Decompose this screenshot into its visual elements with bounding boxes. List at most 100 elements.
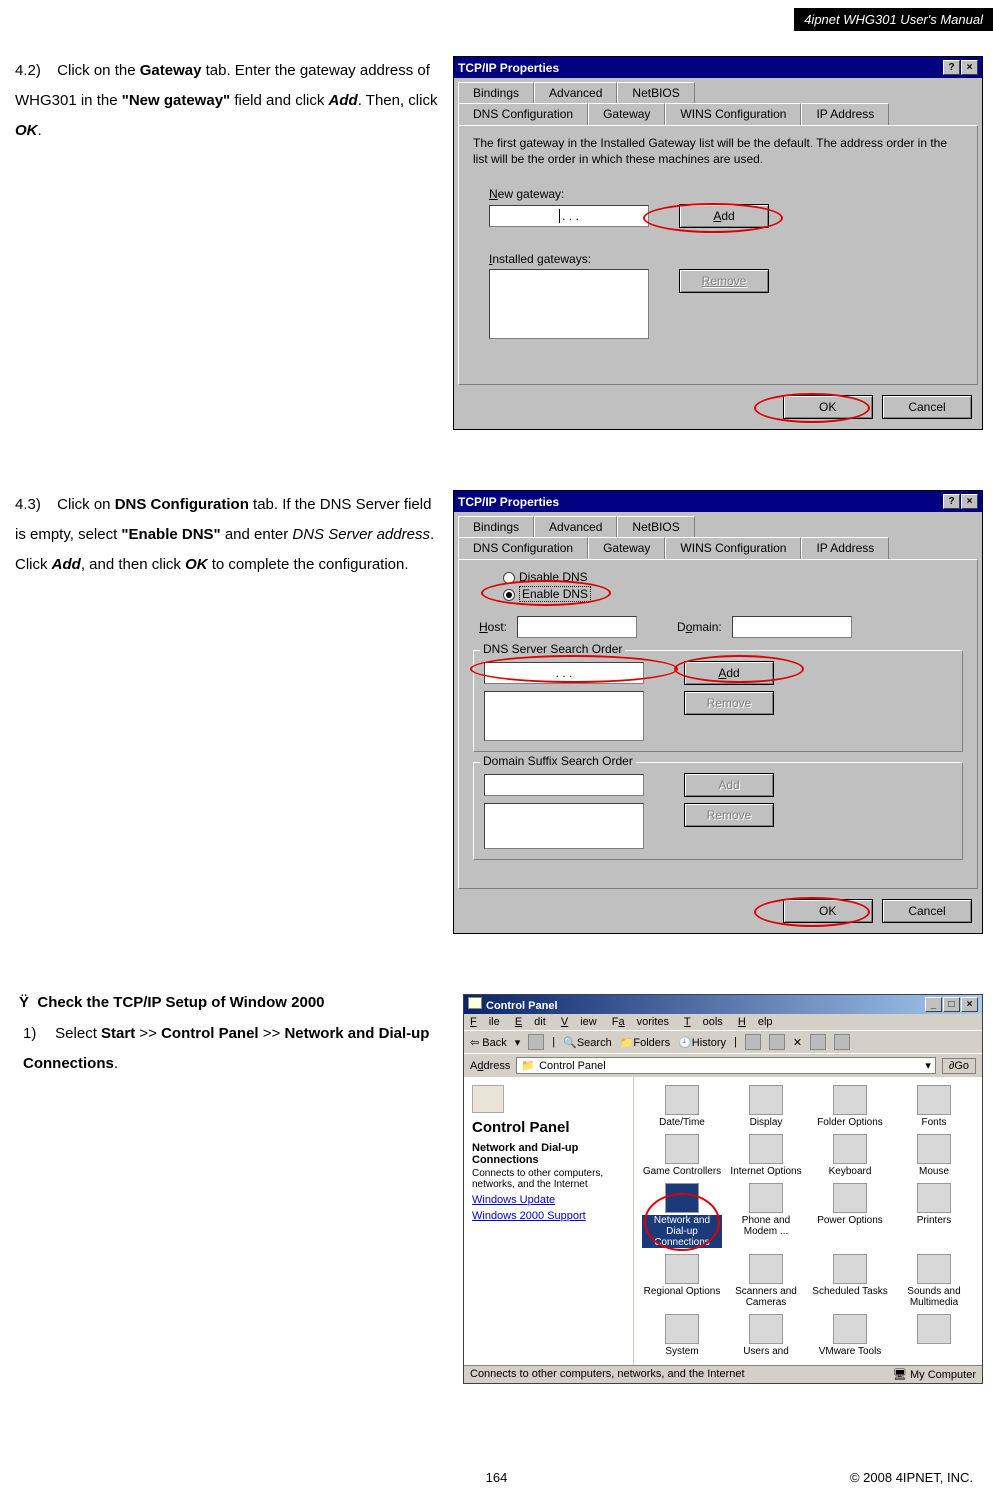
cp-item[interactable]: Sounds and Multimedia [894,1254,974,1308]
cp-item[interactable]: VMware Tools [810,1314,890,1357]
enable-dns-radio[interactable]: Enable DNS [503,586,963,602]
windows-2000-support-link[interactable]: Windows 2000 Support [472,1210,625,1222]
cp-item[interactable]: Date/Time [642,1085,722,1128]
cp-item[interactable]: Mouse [894,1134,974,1177]
tab-netbios[interactable]: NetBIOS [617,516,694,537]
menu-favorites[interactable]: Favorites [612,1016,669,1028]
tab-gateway[interactable]: Gateway [588,103,665,125]
add-button[interactable]: Add [679,204,769,228]
cp-item-label: Network and Dial-up Connections [642,1215,722,1248]
folders-button[interactable]: 📁Folders [620,1036,670,1049]
cp-item-label: Scheduled Tasks [810,1286,890,1297]
cp-item[interactable]: Phone and Modem ... [726,1183,806,1248]
tab-ip-address[interactable]: IP Address [801,103,889,125]
menu-view[interactable]: View [561,1016,597,1028]
maximize-icon[interactable]: □ [943,997,960,1012]
go-button[interactable]: ∂Go [942,1058,976,1074]
tab-advanced[interactable]: Advanced [534,82,617,103]
tab-netbios[interactable]: NetBIOS [617,82,694,103]
tool-icon[interactable] [745,1034,761,1050]
new-gateway-label: NNew gateway:ew gateway: [489,187,963,201]
tab-dns-configuration[interactable]: DNS Configuration [458,103,588,125]
cp-item-icon [833,1134,867,1164]
tab-gateway[interactable]: Gateway [588,537,665,559]
installed-gateways-label: Installed gateways: [489,252,963,266]
cp-item[interactable]: Power Options [810,1183,890,1248]
suffix-input[interactable] [484,774,644,796]
close-icon[interactable]: × [961,997,978,1012]
minimize-icon[interactable]: _ [925,997,942,1012]
menu-edit[interactable]: Edit [515,1016,546,1028]
menu-bar[interactable]: File Edit View Favorites Tools Help [464,1014,982,1030]
cp-item-label: Mouse [894,1166,974,1177]
help-icon[interactable]: ? [943,494,960,509]
control-panel-icon [472,1085,504,1113]
tab-advanced[interactable]: Advanced [534,516,617,537]
cp-item[interactable]: Scanners and Cameras [726,1254,806,1308]
selected-item-desc: Connects to other computers, networks, a… [472,1168,625,1190]
cancel-button[interactable]: Cancel [882,395,972,419]
cp-item[interactable] [894,1314,974,1357]
cp-item[interactable]: Display [726,1085,806,1128]
cp-item-label: Display [726,1117,806,1128]
tab-ip-address[interactable]: IP Address [801,537,889,559]
cp-item[interactable]: Printers [894,1183,974,1248]
new-gateway-input[interactable]: . . . [489,205,649,227]
tab-bindings[interactable]: Bindings [458,82,534,103]
history-button[interactable]: 🕘History [678,1036,726,1049]
cp-item[interactable]: Game Controllers [642,1134,722,1177]
dns-server-list[interactable] [484,691,644,741]
cp-item[interactable]: Fonts [894,1085,974,1128]
cp-item-label: Printers [894,1215,974,1226]
cp-item-icon [749,1085,783,1115]
tab-bindings[interactable]: Bindings [458,516,534,537]
ok-button[interactable]: OK [783,899,873,923]
step-1: 1) Select Start >> Control Panel >> Netw… [15,1019,455,1079]
suffix-list[interactable] [484,803,644,849]
tab-wins-configuration[interactable]: WINS Configuration [665,103,801,125]
add-button[interactable]: Add [684,661,774,685]
tool-icon[interactable] [834,1034,850,1050]
cp-item[interactable]: Keyboard [810,1134,890,1177]
cp-item-icon [833,1183,867,1213]
installed-gateways-list[interactable] [489,269,649,339]
tool-icon[interactable] [810,1034,826,1050]
tool-icon[interactable] [769,1034,785,1050]
cp-item[interactable]: Users and [726,1314,806,1357]
address-field[interactable]: 📁Control Panel▾ [516,1057,936,1074]
cp-item[interactable]: Network and Dial-up Connections [642,1183,722,1248]
control-panel-window: Control Panel _ □ × File Edit View Favor… [463,994,983,1384]
cp-item[interactable]: Folder Options [810,1085,890,1128]
cp-item[interactable]: System [642,1314,722,1357]
cp-item-icon [833,1254,867,1284]
menu-tools[interactable]: Tools [684,1016,723,1028]
step-number: 4.2) [15,56,53,86]
ok-button[interactable]: OK [783,395,873,419]
disable-dns-radio[interactable]: Disable DNS [503,570,963,584]
cp-item[interactable]: Regional Options [642,1254,722,1308]
tab-wins-configuration[interactable]: WINS Configuration [665,537,801,559]
cp-item[interactable]: Internet Options [726,1134,806,1177]
dns-server-input[interactable]: . . . [484,662,644,684]
help-icon[interactable]: ? [943,60,960,75]
tab-dns-configuration[interactable]: DNS Configuration [458,537,588,559]
forward-button[interactable]: ▾ [515,1036,521,1049]
close-icon[interactable]: × [961,494,978,509]
host-input[interactable] [517,616,637,638]
cp-item-label: System [642,1346,722,1357]
up-icon[interactable] [528,1034,544,1050]
copyright: © 2008 4IPNET, INC. [850,1470,973,1485]
cp-item-label: VMware Tools [810,1346,890,1357]
status-bar-location: 🖥 My Computer [893,1368,976,1381]
close-icon[interactable]: × [961,60,978,75]
menu-help[interactable]: Help [738,1016,773,1028]
domain-input[interactable] [732,616,852,638]
cancel-button[interactable]: Cancel [882,899,972,923]
back-button[interactable]: ⇦ Back [470,1036,507,1049]
windows-update-link[interactable]: Windows Update [472,1194,625,1206]
gateway-info-text: The first gateway in the Installed Gatew… [473,136,963,167]
menu-file[interactable]: File [470,1016,500,1028]
search-button[interactable]: 🔍Search [563,1036,612,1049]
dialog-title: TCP/IP Properties [458,61,559,75]
cp-item[interactable]: Scheduled Tasks [810,1254,890,1308]
